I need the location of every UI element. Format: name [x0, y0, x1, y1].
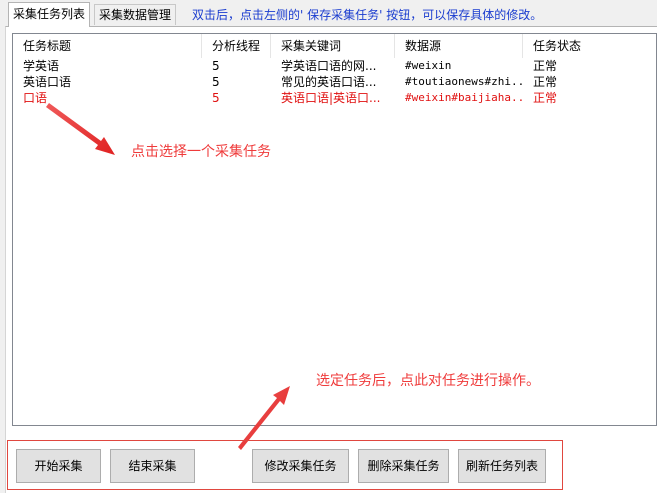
cell-source: #weixin#baijiaha...: [405, 91, 523, 104]
column-header-keywords[interactable]: 采集关键词: [271, 34, 395, 58]
cell-status: 正常: [533, 59, 558, 73]
cell-title: 学英语: [23, 59, 60, 73]
table-row[interactable]: 学英语 5 学英语口语的网... #weixin 正常: [13, 58, 656, 74]
select-task-annotation: 点击选择一个采集任务: [131, 144, 271, 160]
column-header-title[interactable]: 任务标题: [13, 34, 202, 58]
cell-keywords: 常见的英语口语...: [281, 75, 377, 89]
cell-status: 正常: [533, 91, 558, 105]
cell-keywords: 学英语口语的网...: [281, 59, 377, 73]
cell-keywords: 英语口语|英语口...: [281, 91, 381, 105]
cell-status: 正常: [533, 75, 558, 89]
cell-threads: 5: [212, 75, 220, 89]
edit-task-button[interactable]: 修改采集任务: [252, 449, 349, 483]
task-list-header: 任务标题 分析线程 采集关键词 数据源 任务状态: [13, 34, 656, 58]
cell-threads: 5: [212, 59, 220, 73]
tab-data-management[interactable]: 采集数据管理: [94, 4, 177, 25]
tab-strip: 采集任务列表 采集数据管理 双击后，点击左侧的' 保存采集任务' 按钮，可以保存…: [0, 0, 657, 27]
column-header-source[interactable]: 数据源: [395, 34, 523, 58]
edit-hint-text: 双击后，点击左侧的' 保存采集任务' 按钮，可以保存具体的修改。: [192, 8, 543, 22]
cell-title: 英语口语: [23, 75, 72, 89]
delete-task-button[interactable]: 删除采集任务: [358, 449, 449, 483]
start-collect-button[interactable]: 开始采集: [16, 449, 101, 483]
table-row-selected[interactable]: 口语 5 英语口语|英语口... #weixin#baijiaha... 正常: [13, 90, 656, 106]
column-header-threads[interactable]: 分析线程: [202, 34, 271, 58]
cell-source: #toutiaonews#zhi...: [405, 75, 523, 88]
task-list[interactable]: 任务标题 分析线程 采集关键词 数据源 任务状态 学英语 5 学英语口语的网..…: [12, 33, 657, 426]
stop-collect-button[interactable]: 结束采集: [110, 449, 195, 483]
cell-threads: 5: [212, 91, 220, 105]
cell-source: #weixin: [405, 59, 452, 72]
column-header-status[interactable]: 任务状态: [523, 34, 657, 58]
tab-task-list[interactable]: 采集任务列表: [8, 2, 91, 27]
refresh-task-list-button[interactable]: 刷新任务列表: [458, 449, 546, 483]
operate-task-annotation: 选定任务后，点此对任务进行操作。: [316, 373, 540, 389]
cell-title: 口语: [23, 91, 48, 105]
table-row[interactable]: 英语口语 5 常见的英语口语... #toutiaonews#zhi... 正常: [13, 74, 656, 90]
